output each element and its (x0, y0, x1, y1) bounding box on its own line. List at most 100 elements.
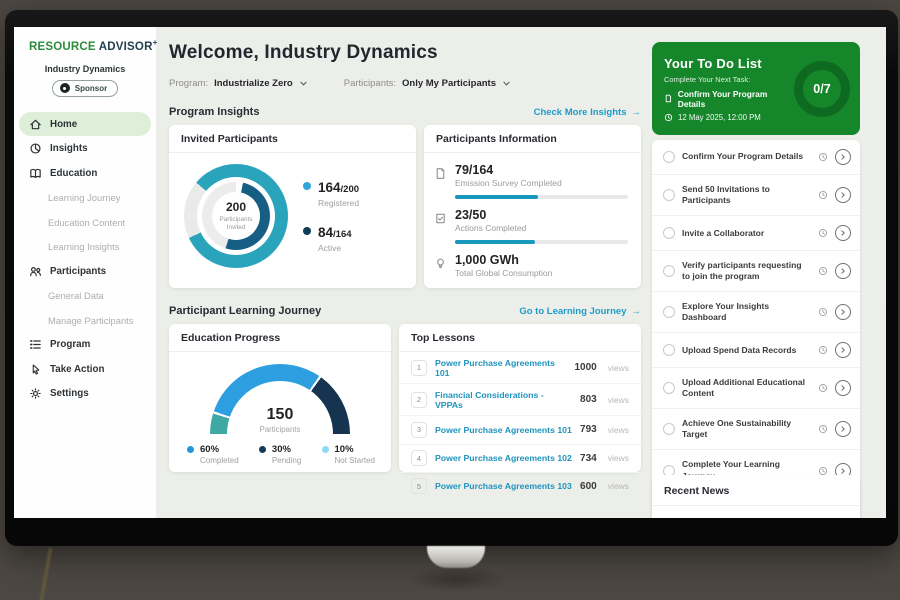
sidebar-item-insights[interactable]: Insights (14, 136, 156, 161)
chevron-right-button[interactable] (835, 263, 851, 279)
emission-survey-progressbar (455, 195, 628, 199)
rank-badge: 1 (411, 360, 427, 376)
chevron-right-button[interactable] (835, 149, 851, 165)
todo-title: Your To Do List (664, 56, 794, 71)
invited-participants-body: 200 Participants Invited 164/200 Registe… (169, 153, 416, 268)
arrow-right-icon: → (632, 306, 642, 317)
emission-survey-row: 79/164 Emission Survey Completed (434, 163, 628, 188)
education-gauge-chart: 150 Participants (210, 364, 350, 434)
check-more-insights-link[interactable]: Check More Insights→ (534, 107, 641, 118)
chevron-right-button[interactable] (835, 342, 851, 358)
task-achieve-sustainability-target[interactable]: Achieve One Sustainability Target (652, 409, 860, 450)
home-icon (29, 118, 42, 131)
lesson-link[interactable]: Power Purchase Agreements 101 (435, 425, 572, 435)
task-upload-spend-data[interactable]: Upload Spend Data Records (652, 333, 860, 368)
registered-dot-icon (303, 182, 311, 190)
legend-completed: 60% Completed (187, 444, 239, 465)
sidebar-item-education[interactable]: Education (14, 161, 156, 186)
task-upload-educational-content[interactable]: Upload Additional Educational Content (652, 368, 860, 409)
gauge-center: 150 Participants (210, 406, 350, 434)
sidebar-item-settings[interactable]: Settings (14, 381, 156, 406)
chevron-right-button[interactable] (835, 304, 851, 320)
todo-subtitle: Complete Your Next Task: (664, 75, 794, 84)
participants-label: Participants: (344, 78, 396, 89)
lesson-link[interactable]: Power Purchase Agreements 102 (435, 453, 572, 463)
sidebar-item-take-action[interactable]: Take Action (14, 357, 156, 382)
arrow-right-icon: → (632, 107, 642, 118)
go-to-learning-journey-link[interactable]: Go to Learning Journey→ (519, 306, 641, 317)
checkbox[interactable] (663, 306, 675, 318)
sidebar-item-education-content[interactable]: Education Content (14, 210, 156, 235)
chevron-down-icon (502, 79, 511, 88)
checkbox[interactable] (663, 189, 675, 201)
participants-dropdown[interactable]: Participants: Only My Participants (344, 78, 511, 89)
chevron-right-button[interactable] (835, 225, 851, 241)
checkbox[interactable] (663, 344, 675, 356)
chevron-right-button[interactable] (835, 380, 851, 396)
legend-pending: 30% Pending (259, 444, 301, 465)
lesson-row: 1 Power Purchase Agreements 101 1000view… (399, 352, 641, 384)
clock-icon (818, 190, 828, 200)
checkbox[interactable] (663, 382, 675, 394)
sidebar-item-home[interactable]: Home (19, 112, 151, 137)
task-invite-collaborator[interactable]: Invite a Collaborator (652, 216, 860, 251)
participants-information-card: Participants Information 79/164 Emission… (424, 125, 641, 288)
rank-badge: 3 (411, 422, 427, 438)
sidebar-item-learning-journey[interactable]: Learning Journey (14, 185, 156, 210)
lesson-link[interactable]: Financial Considerations - VPPAs (435, 390, 572, 410)
sidebar-item-learning-insights[interactable]: Learning Insights (14, 234, 156, 259)
task-explore-insights[interactable]: Explore Your Insights Dashboard (652, 292, 860, 333)
task-verify-participants[interactable]: Verify participants requesting to join t… (652, 251, 860, 292)
checkbox[interactable] (663, 423, 675, 435)
bulb-icon (434, 257, 447, 270)
donut-center: 200 Participants Invited (212, 192, 260, 240)
chevron-down-icon (299, 79, 308, 88)
chevron-right-button[interactable] (835, 187, 851, 203)
card-title: Invited Participants (169, 125, 416, 153)
lesson-link[interactable]: Power Purchase Agreements 101 (435, 358, 566, 378)
cable (39, 548, 52, 600)
lesson-row: 3 Power Purchase Agreements 101 793views (399, 416, 641, 444)
global-consumption-row: 1,000 GWh Total Global Consumption (434, 253, 628, 278)
sidebar-item-program[interactable]: Program (14, 332, 156, 357)
completed-dot-icon (187, 446, 194, 453)
take-action-icon (29, 363, 42, 376)
program-label: Program: (169, 78, 208, 89)
top-lessons-card: Top Lessons 1 Power Purchase Agreements … (399, 324, 641, 472)
lesson-link[interactable]: Power Purchase Agreements 103 (435, 481, 572, 491)
actions-completed-row: 23/50 Actions Completed (434, 208, 628, 233)
legend-not-started: 10% Not Started (322, 444, 375, 465)
sidebar-item-manage-participants[interactable]: Manage Participants (14, 308, 156, 333)
checkbox[interactable] (663, 265, 675, 277)
sidebar-item-general-data[interactable]: General Data (14, 283, 156, 308)
checkbox[interactable] (663, 151, 675, 163)
rank-badge: 5 (411, 478, 427, 494)
program-insights-header: Program Insights Check More Insights→ (169, 106, 641, 118)
card-title: Top Lessons (399, 324, 641, 352)
lesson-row: 2 Financial Considerations - VPPAs 803vi… (399, 384, 641, 416)
rank-badge: 4 (411, 450, 427, 466)
task-send-invitations[interactable]: Send 50 Invitations to Participants (652, 175, 860, 216)
clock-icon (818, 383, 828, 393)
learning-journey-header: Participant Learning Journey Go to Learn… (169, 305, 641, 317)
learning-cards-row: Education Progress 150 Participants (169, 324, 641, 472)
checkbox[interactable] (663, 227, 675, 239)
chevron-right-button[interactable] (835, 421, 851, 437)
filters-row: Program: Industrialize Zero Participants… (169, 78, 641, 89)
education-icon (29, 167, 42, 180)
clock-icon (818, 152, 828, 162)
program-dropdown[interactable]: Program: Industrialize Zero (169, 78, 308, 89)
invited-donut-chart: 200 Participants Invited (184, 164, 288, 268)
todo-progress-ring: 0/7 (794, 61, 850, 117)
gauge-center-label: Participants (210, 425, 350, 434)
lesson-row: 5 Power Purchase Agreements 103 600views (399, 473, 641, 500)
clock-icon (818, 345, 828, 355)
sidebar: RESOURCEADVISOR+ Industry Dynamics Spons… (14, 27, 156, 518)
section-title: Participant Learning Journey (169, 305, 321, 317)
legend-active: 84/164 Active (303, 224, 359, 253)
clock-icon (818, 266, 828, 276)
gauge-center-value: 150 (210, 406, 350, 424)
clock-icon (818, 228, 828, 238)
sidebar-item-participants[interactable]: Participants (14, 259, 156, 284)
task-confirm-program-details[interactable]: Confirm Your Program Details (652, 140, 860, 175)
